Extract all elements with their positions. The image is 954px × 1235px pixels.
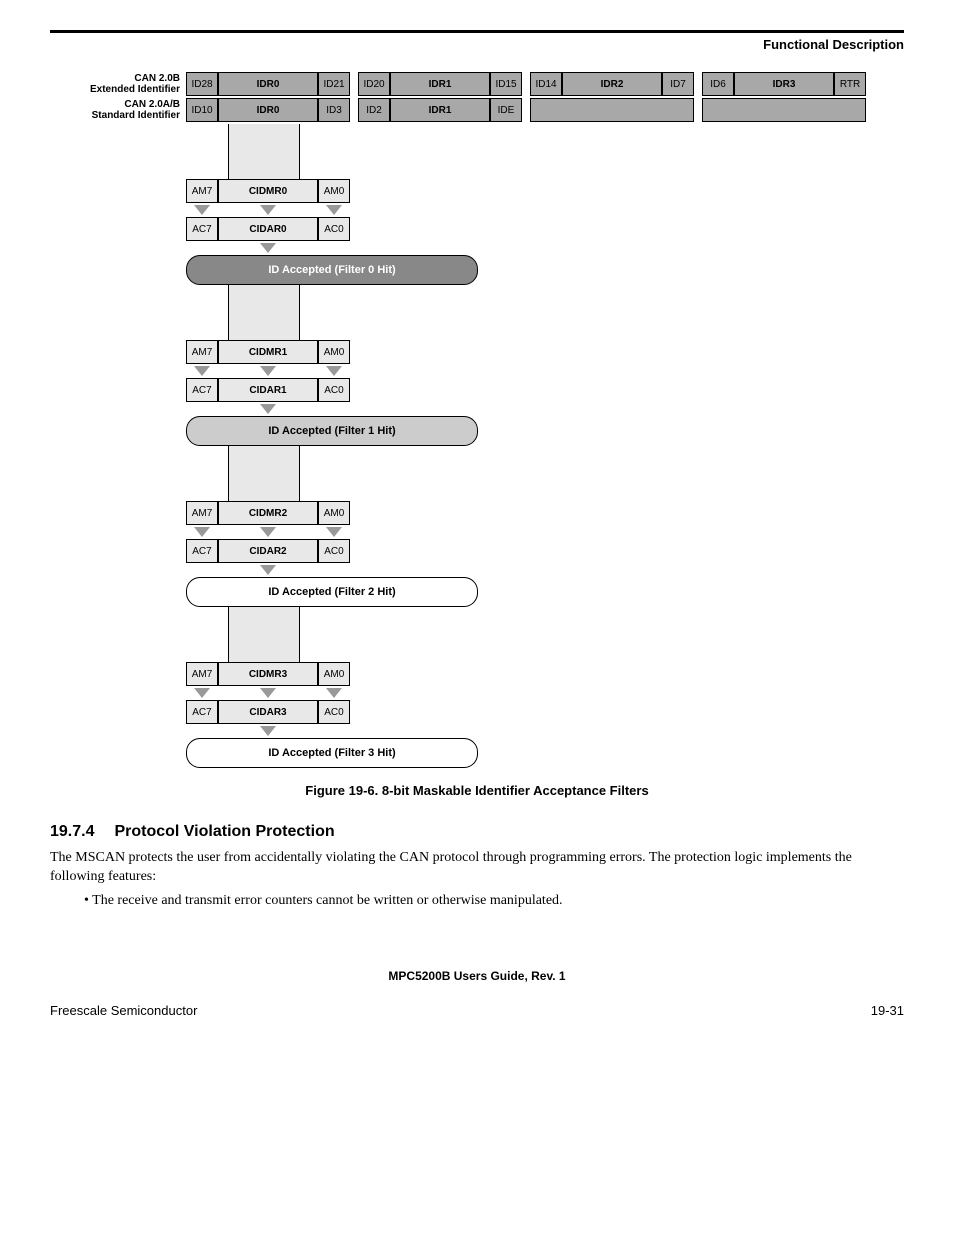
flow-connector: [228, 446, 300, 501]
identifier-cell: ID2: [358, 98, 390, 122]
filter-hit-indicator: ID Accepted (Filter 0 Hit): [186, 255, 478, 285]
mask-register-cell: AM0: [318, 179, 350, 203]
acceptance-register-cell: AC0: [318, 700, 350, 724]
identifier-register-empty: [530, 98, 694, 122]
arrow-down-icon: [260, 688, 276, 698]
filter-hit-indicator: ID Accepted (Filter 2 Hit): [186, 577, 478, 607]
footer-center: MPC5200B Users Guide, Rev. 1: [50, 969, 904, 983]
arrow-down-icon: [260, 726, 276, 736]
header-rule: [50, 30, 904, 33]
identifier-cell: ID7: [662, 72, 694, 96]
arrow-down-icon: [194, 527, 210, 537]
identifier-cell: RTR: [834, 72, 866, 96]
identifier-label: CAN 2.0A/BStandard Identifier: [80, 99, 186, 121]
identifier-cell: ID6: [702, 72, 734, 96]
identifier-cell: ID14: [530, 72, 562, 96]
page-header: Functional Description: [50, 37, 904, 52]
acceptance-register-cell: AC7: [186, 539, 218, 563]
mask-register-cell: AM0: [318, 662, 350, 686]
mask-register-cell: AM7: [186, 340, 218, 364]
bullet-item: • The receive and transmit error counter…: [100, 893, 904, 909]
mask-register-cell: CIDMR0: [218, 179, 318, 203]
arrow-down-icon: [260, 366, 276, 376]
arrow-down-icon: [194, 366, 210, 376]
arrow-down-icon: [260, 205, 276, 215]
identifier-cell: IDE: [490, 98, 522, 122]
arrow-down-icon: [326, 527, 342, 537]
figure-caption: Figure 19-6. 8-bit Maskable Identifier A…: [50, 783, 904, 798]
identifier-cell: ID10: [186, 98, 218, 122]
mask-register-cell: AM0: [318, 340, 350, 364]
identifier-cell: ID15: [490, 72, 522, 96]
identifier-cell: IDR1: [390, 72, 490, 96]
flow-connector: [228, 124, 300, 179]
mask-register-cell: AM7: [186, 179, 218, 203]
acceptance-register-cell: AC7: [186, 378, 218, 402]
identifier-label: CAN 2.0BExtended Identifier: [80, 73, 186, 95]
footer-left: Freescale Semiconductor: [50, 1003, 197, 1018]
arrow-down-icon: [326, 366, 342, 376]
arrow-down-icon: [260, 404, 276, 414]
arrow-down-icon: [326, 205, 342, 215]
arrow-down-icon: [326, 688, 342, 698]
identifier-cell: ID20: [358, 72, 390, 96]
acceptance-register-cell: AC7: [186, 700, 218, 724]
section-paragraph: The MSCAN protects the user from acciden…: [50, 849, 904, 887]
acceptance-register-cell: AC0: [318, 217, 350, 241]
mask-register-cell: CIDMR3: [218, 662, 318, 686]
identifier-cell: IDR0: [218, 72, 318, 96]
acceptance-register-cell: CIDAR3: [218, 700, 318, 724]
section-title: Protocol Violation Protection: [114, 823, 334, 840]
figure-diagram: CAN 2.0BExtended IdentifierID28IDR0ID21I…: [80, 72, 904, 768]
acceptance-register-cell: AC0: [318, 539, 350, 563]
acceptance-register-cell: AC7: [186, 217, 218, 241]
filter-hit-indicator: ID Accepted (Filter 3 Hit): [186, 738, 478, 768]
identifier-cell: IDR2: [562, 72, 662, 96]
identifier-cell: ID21: [318, 72, 350, 96]
mask-register-cell: AM7: [186, 662, 218, 686]
acceptance-register-cell: AC0: [318, 378, 350, 402]
arrow-down-icon: [260, 527, 276, 537]
mask-register-cell: AM7: [186, 501, 218, 525]
mask-register-cell: CIDMR2: [218, 501, 318, 525]
identifier-cell: IDR1: [390, 98, 490, 122]
acceptance-register-cell: CIDAR2: [218, 539, 318, 563]
identifier-cell: ID3: [318, 98, 350, 122]
identifier-cell: IDR3: [734, 72, 834, 96]
flow-connector: [228, 607, 300, 662]
identifier-cell: ID28: [186, 72, 218, 96]
flow-connector: [228, 285, 300, 340]
section-number: 19.7.4: [50, 823, 110, 841]
section-heading: 19.7.4 Protocol Violation Protection: [50, 823, 904, 841]
identifier-cell: IDR0: [218, 98, 318, 122]
arrow-down-icon: [194, 205, 210, 215]
arrow-down-icon: [194, 688, 210, 698]
arrow-down-icon: [260, 565, 276, 575]
acceptance-register-cell: CIDAR1: [218, 378, 318, 402]
acceptance-register-cell: CIDAR0: [218, 217, 318, 241]
identifier-register-empty: [702, 98, 866, 122]
footer-right: 19-31: [871, 1003, 904, 1018]
arrow-down-icon: [260, 243, 276, 253]
filter-hit-indicator: ID Accepted (Filter 1 Hit): [186, 416, 478, 446]
mask-register-cell: CIDMR1: [218, 340, 318, 364]
mask-register-cell: AM0: [318, 501, 350, 525]
